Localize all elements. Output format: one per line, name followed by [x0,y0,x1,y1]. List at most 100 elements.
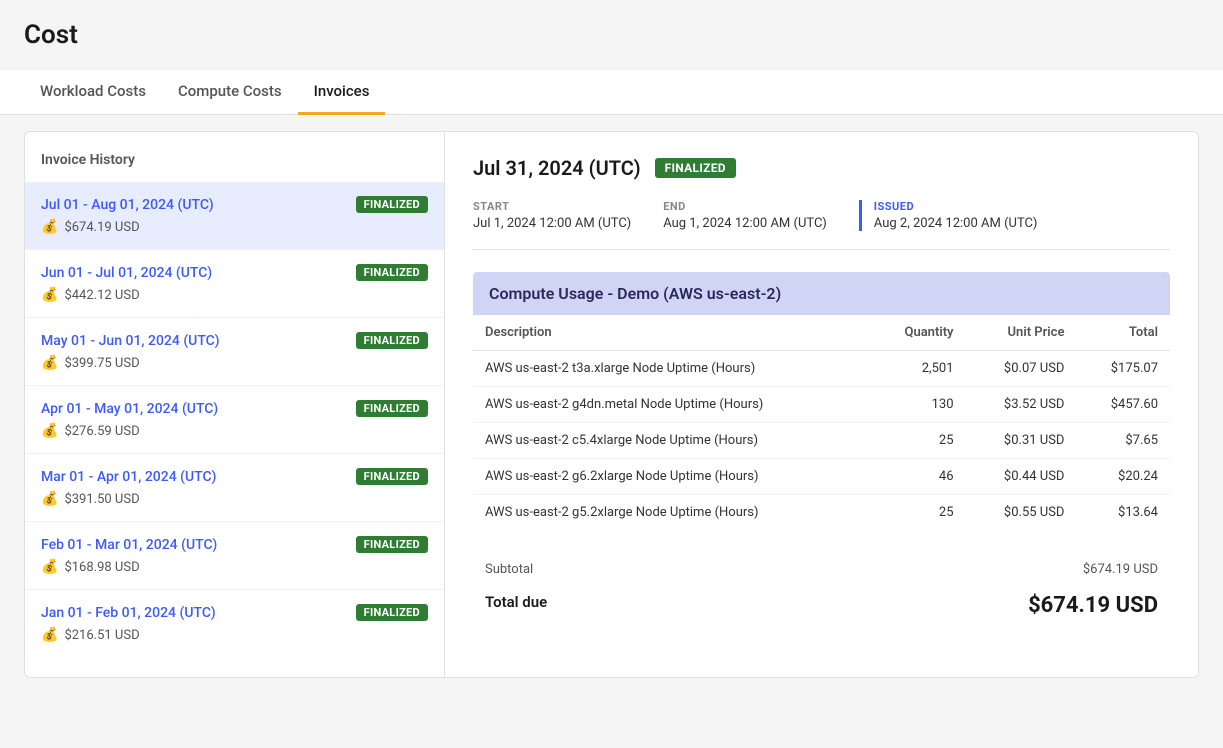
invoice-item-date: Mar 01 - Apr 01, 2024 (UTC) [41,469,216,485]
table-row: AWS us-east-2 g5.2xlarge Node Uptime (Ho… [473,495,1170,531]
invoice-item-amount: 💰 $399.75 USD [41,355,428,371]
row-unit-price: $0.31 USD [966,423,1077,459]
row-total: $457.60 [1076,387,1170,423]
col-quantity: Quantity [870,315,966,351]
coin-icon: 💰 [41,559,58,575]
coin-icon: 💰 [41,355,58,371]
invoice-amount-value: $674.19 USD [64,220,139,235]
col-unit-price: Unit Price [966,315,1077,351]
invoice-amount-value: $216.51 USD [64,628,139,643]
invoice-item[interactable]: May 01 - Jun 01, 2024 (UTC) FINALIZED 💰 … [25,318,444,386]
coin-icon: 💰 [41,627,58,643]
invoice-item-badge: FINALIZED [356,400,428,417]
invoice-list: Jul 01 - Aug 01, 2024 (UTC) FINALIZED 💰 … [25,182,444,657]
invoice-item-date: Apr 01 - May 01, 2024 (UTC) [41,401,218,417]
invoice-item-amount: 💰 $168.98 USD [41,559,428,575]
detail-status-badge: FINALIZED [655,158,736,178]
invoice-item-amount: 💰 $216.51 USD [41,627,428,643]
issued-label: ISSUED [874,200,1038,213]
invoice-item[interactable]: Apr 01 - May 01, 2024 (UTC) FINALIZED 💰 … [25,386,444,454]
row-quantity: 130 [870,387,966,423]
invoice-item-badge: FINALIZED [356,604,428,621]
col-total: Total [1076,315,1170,351]
row-total: $20.24 [1076,459,1170,495]
invoice-item-badge: FINALIZED [356,468,428,485]
coin-icon: 💰 [41,219,58,235]
page-title: Cost [24,20,1199,50]
row-description: AWS us-east-2 g4dn.metal Node Uptime (Ho… [473,387,870,423]
row-quantity: 46 [870,459,966,495]
invoice-item[interactable]: Mar 01 - Apr 01, 2024 (UTC) FINALIZED 💰 … [25,454,444,522]
coin-icon: 💰 [41,287,58,303]
end-value: Aug 1, 2024 12:00 AM (UTC) [663,216,827,231]
invoice-item-amount: 💰 $674.19 USD [41,219,428,235]
row-total: $13.64 [1076,495,1170,531]
coin-icon: 💰 [41,423,58,439]
end-label: END [663,200,827,213]
invoice-item-badge: FINALIZED [356,264,428,281]
date-range-row: START Jul 1, 2024 12:00 AM (UTC) END Aug… [473,200,1170,250]
tab-compute-costs[interactable]: Compute Costs [162,70,298,115]
invoice-item-date: Feb 01 - Mar 01, 2024 (UTC) [41,537,217,553]
issued-value: Aug 2, 2024 12:00 AM (UTC) [874,216,1038,231]
subtotal-row: Subtotal $674.19 USD [473,556,1170,583]
invoice-amount-value: $442.12 USD [64,288,139,303]
start-value: Jul 1, 2024 12:00 AM (UTC) [473,216,631,231]
invoice-item-badge: FINALIZED [356,332,428,349]
detail-header: Jul 31, 2024 (UTC) FINALIZED [473,156,1170,180]
row-unit-price: $3.52 USD [966,387,1077,423]
table-row: AWS us-east-2 g6.2xlarge Node Uptime (Ho… [473,459,1170,495]
invoice-item-badge: FINALIZED [356,196,428,213]
invoice-item-date: May 01 - Jun 01, 2024 (UTC) [41,333,220,349]
invoice-item[interactable]: Jul 01 - Aug 01, 2024 (UTC) FINALIZED 💰 … [25,182,444,250]
coin-icon: 💰 [41,491,58,507]
row-quantity: 2,501 [870,351,966,387]
invoice-item-amount: 💰 $391.50 USD [41,491,428,507]
col-description: Description [473,315,870,351]
start-label: START [473,200,631,213]
row-description: AWS us-east-2 g6.2xlarge Node Uptime (Ho… [473,459,870,495]
tab-invoices[interactable]: Invoices [298,70,386,115]
row-total: $7.65 [1076,423,1170,459]
usage-table: Description Quantity Unit Price Total AW… [473,315,1170,530]
total-due-row: Total due $674.19 USD [473,587,1170,624]
tab-workload-costs[interactable]: Workload Costs [24,70,162,115]
total-due-label: Total due [485,593,547,618]
invoice-item[interactable]: Feb 01 - Mar 01, 2024 (UTC) FINALIZED 💰 … [25,522,444,590]
invoice-history-sidebar: Invoice History Jul 01 - Aug 01, 2024 (U… [25,132,445,677]
invoice-amount-value: $399.75 USD [64,356,139,371]
invoice-item-amount: 💰 $276.59 USD [41,423,428,439]
table-row: AWS us-east-2 t3a.xlarge Node Uptime (Ho… [473,351,1170,387]
table-row: AWS us-east-2 c5.4xlarge Node Uptime (Ho… [473,423,1170,459]
detail-panel: Jul 31, 2024 (UTC) FINALIZED START Jul 1… [445,132,1198,677]
row-unit-price: $0.07 USD [966,351,1077,387]
invoice-item[interactable]: Jan 01 - Feb 01, 2024 (UTC) FINALIZED 💰 … [25,590,444,657]
invoice-item-badge: FINALIZED [356,536,428,553]
totals-section: Subtotal $674.19 USD Total due $674.19 U… [473,546,1170,624]
invoice-amount-value: $391.50 USD [64,492,139,507]
invoice-amount-value: $168.98 USD [64,560,139,575]
row-description: AWS us-east-2 g5.2xlarge Node Uptime (Ho… [473,495,870,531]
row-description: AWS us-east-2 c5.4xlarge Node Uptime (Ho… [473,423,870,459]
row-description: AWS us-east-2 t3a.xlarge Node Uptime (Ho… [473,351,870,387]
row-unit-price: $0.44 USD [966,459,1077,495]
tabs-container: Workload Costs Compute Costs Invoices [0,70,1223,115]
sidebar-title: Invoice History [25,152,444,182]
detail-date: Jul 31, 2024 (UTC) [473,156,641,180]
invoice-item[interactable]: Jun 01 - Jul 01, 2024 (UTC) FINALIZED 💰 … [25,250,444,318]
table-row: AWS us-east-2 g4dn.metal Node Uptime (Ho… [473,387,1170,423]
page-wrapper: Cost Workload Costs Compute Costs Invoic… [0,0,1223,748]
row-unit-price: $0.55 USD [966,495,1077,531]
total-due-value: $674.19 USD [1028,593,1158,618]
subtotal-value: $674.19 USD [1083,562,1158,577]
subtotal-label: Subtotal [485,562,533,577]
invoice-amount-value: $276.59 USD [64,424,139,439]
row-quantity: 25 [870,495,966,531]
row-quantity: 25 [870,423,966,459]
invoice-item-date: Jan 01 - Feb 01, 2024 (UTC) [41,605,216,621]
invoice-item-amount: 💰 $442.12 USD [41,287,428,303]
usage-table-body: AWS us-east-2 t3a.xlarge Node Uptime (Ho… [473,351,1170,531]
main-content: Invoice History Jul 01 - Aug 01, 2024 (U… [24,131,1199,678]
invoice-item-date: Jun 01 - Jul 01, 2024 (UTC) [41,265,212,281]
compute-usage-section: Compute Usage - Demo (AWS us-east-2) Des… [473,272,1170,530]
